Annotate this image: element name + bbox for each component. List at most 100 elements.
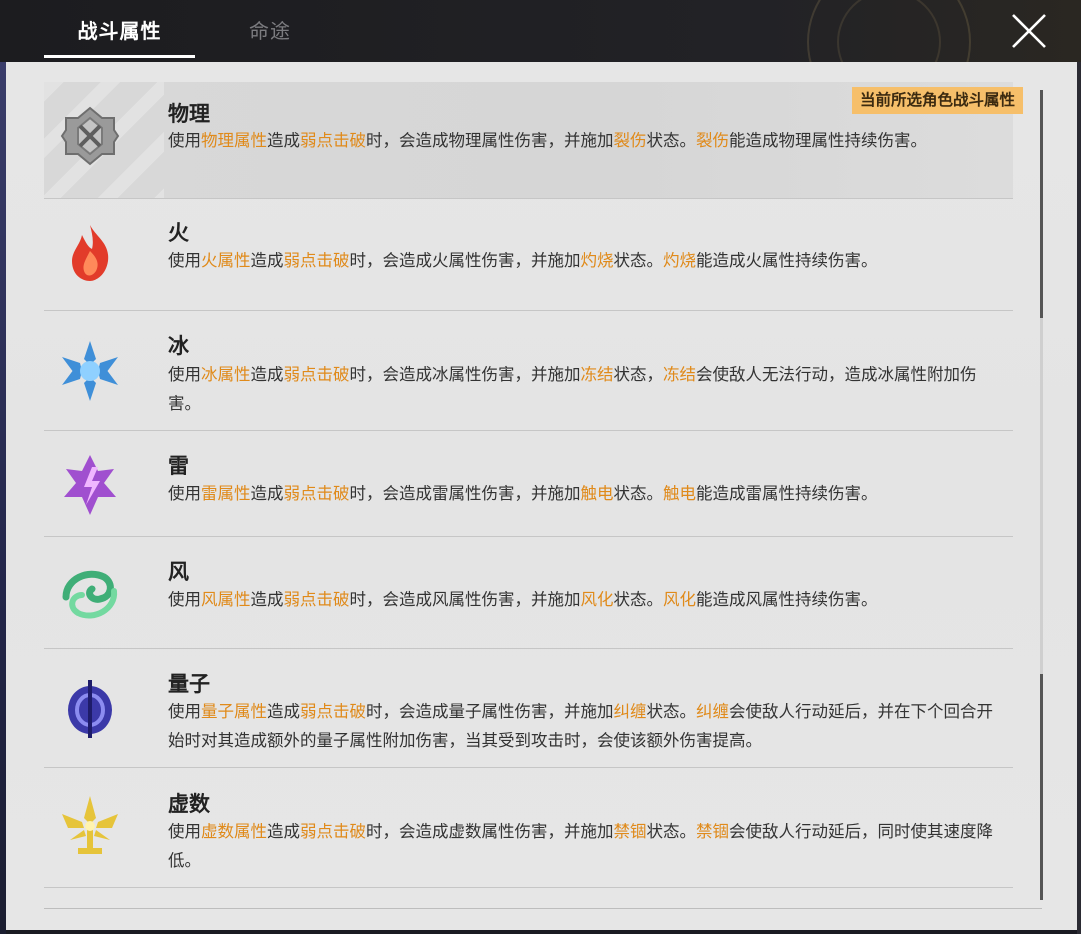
- description-text: 状态。: [646, 131, 697, 150]
- element-list: 当前所选角色战斗属性 物理 使用物理属性造成弱点击破时，会造成物理属性伤害，并施…: [44, 82, 1023, 888]
- description-text: 造成: [250, 251, 284, 270]
- description-text: 状态，: [613, 365, 664, 384]
- keyword-highlight: 风化: [580, 590, 614, 609]
- current-selected-badge: 当前所选角色战斗属性: [851, 87, 1023, 114]
- description-text: 时，会造成量子属性伤害，并施加: [366, 702, 614, 721]
- keyword-highlight: 冻结: [663, 365, 696, 384]
- scrollbar-thumb[interactable]: [1040, 674, 1043, 900]
- list-item-physical[interactable]: 当前所选角色战斗属性 物理 使用物理属性造成弱点击破时，会造成物理属性伤害，并施…: [44, 82, 1023, 199]
- keyword-highlight: 风属性: [201, 590, 251, 609]
- element-title: 火: [168, 221, 189, 245]
- close-icon: [1012, 14, 1046, 48]
- description-text: 状态。: [646, 702, 697, 721]
- element-description: 使用风属性造成弱点击破时，会造成风属性伤害，并施加风化状态。风化能造成风属性持续…: [168, 585, 998, 614]
- close-button[interactable]: [1011, 13, 1047, 49]
- description-text: 时，会造成雷属性伤害，并施加: [349, 484, 581, 503]
- description-text: 使用: [168, 365, 201, 384]
- description-text: 使用: [168, 590, 201, 609]
- keyword-highlight: 物理属性: [201, 131, 267, 150]
- element-description: 使用冰属性造成弱点击破时，会造成冰属性伤害，并施加冻结状态，冻结会使敌人无法行动…: [168, 360, 998, 418]
- keyword-highlight: 弱点击破: [283, 484, 350, 503]
- element-description: 使用雷属性造成弱点击破时，会造成雷属性伤害，并施加触电状态。触电能造成雷属性持续…: [168, 479, 998, 508]
- keyword-highlight: 灼烧: [663, 251, 696, 270]
- fire-icon: [72, 225, 109, 281]
- scrollbar-thumb[interactable]: [1040, 90, 1043, 318]
- wind-icon: [62, 570, 118, 619]
- tab-combat-type[interactable]: 战斗属性: [44, 0, 195, 62]
- element-description: 使用虚数属性造成弱点击破时，会造成虚数属性伤害，并施加禁锢状态。禁锢会使敌人行动…: [168, 817, 998, 875]
- list-item-quantum[interactable]: 量子 使用量子属性造成弱点击破时，会造成量子属性伤害，并施加纠缠状态。纠缠会使敌…: [44, 649, 1013, 768]
- description-text: 时，会造成风属性伤害，并施加: [349, 590, 581, 609]
- list-item-fire[interactable]: 火 使用火属性造成弱点击破时，会造成火属性伤害，并施加灼烧状态。灼烧能造成火属性…: [44, 199, 1013, 311]
- keyword-highlight: 雷属性: [201, 484, 251, 503]
- description-text: 使用: [168, 131, 201, 150]
- list-bottom-divider: [44, 908, 1042, 909]
- combat-type-panel: 当前所选角色战斗属性 物理 使用物理属性造成弱点击破时，会造成物理属性伤害，并施…: [6, 62, 1077, 930]
- description-text: 使用: [168, 484, 201, 503]
- keyword-highlight: 弱点击破: [283, 590, 350, 609]
- keyword-highlight: 弱点击破: [300, 702, 366, 721]
- keyword-highlight: 裂伤: [613, 131, 647, 150]
- description-text: 时，会造成虚数属性伤害，并施加: [366, 822, 614, 841]
- description-text: 使用: [168, 702, 201, 721]
- element-title: 风: [168, 560, 189, 584]
- imaginary-icon: [62, 796, 118, 854]
- keyword-highlight: 量子属性: [201, 702, 267, 721]
- description-text: 造成: [267, 131, 300, 150]
- physical-icon: [60, 106, 120, 166]
- description-text: 状态。: [646, 822, 697, 841]
- keyword-highlight: 虚数属性: [201, 822, 267, 841]
- element-description: 使用物理属性造成弱点击破时，会造成物理属性伤害，并施加裂伤状态。裂伤能造成物理属…: [168, 126, 998, 155]
- description-text: 造成: [250, 484, 284, 503]
- keyword-highlight: 禁锢: [696, 822, 729, 841]
- element-title: 量子: [168, 672, 210, 696]
- description-text: 状态。: [613, 251, 664, 270]
- top-bar: 战斗属性 命途: [0, 0, 1081, 124]
- element-title: 物理: [168, 102, 210, 126]
- description-text: 造成: [250, 590, 284, 609]
- description-text: 时，会造成火属性伤害，并施加: [349, 251, 581, 270]
- lightning-icon: [64, 455, 116, 515]
- description-text: 能造成雷属性持续伤害。: [696, 484, 878, 503]
- element-title: 冰: [168, 334, 189, 358]
- scrollbar[interactable]: [1040, 90, 1043, 900]
- keyword-highlight: 弱点击破: [283, 365, 350, 384]
- keyword-highlight: 冰属性: [201, 365, 251, 384]
- keyword-highlight: 风化: [663, 590, 696, 609]
- tab-path[interactable]: 命途: [225, 0, 315, 62]
- ice-icon: [62, 341, 118, 401]
- description-text: 造成: [267, 822, 300, 841]
- description-text: 能造成风属性持续伤害。: [696, 590, 878, 609]
- keyword-highlight: 火属性: [201, 251, 251, 270]
- description-text: 时，会造成冰属性伤害，并施加: [349, 365, 581, 384]
- description-text: 使用: [168, 251, 201, 270]
- keyword-highlight: 纠缠: [696, 702, 729, 721]
- keyword-highlight: 冻结: [580, 365, 614, 384]
- keyword-highlight: 纠缠: [613, 702, 647, 721]
- description-text: 状态。: [613, 590, 664, 609]
- keyword-highlight: 弱点击破: [300, 131, 366, 150]
- keyword-highlight: 禁锢: [613, 822, 647, 841]
- keyword-highlight: 弱点击破: [300, 822, 366, 841]
- description-text: 能造成火属性持续伤害。: [696, 251, 878, 270]
- element-description: 使用量子属性造成弱点击破时，会造成量子属性伤害，并施加纠缠状态。纠缠会使敌人行动…: [168, 697, 998, 755]
- list-item-wind[interactable]: 风 使用风属性造成弱点击破时，会造成风属性伤害，并施加风化状态。风化能造成风属性…: [44, 537, 1013, 649]
- keyword-highlight: 触电: [663, 484, 696, 503]
- keyword-highlight: 弱点击破: [283, 251, 350, 270]
- description-text: 时，会造成物理属性伤害，并施加: [366, 131, 614, 150]
- description-text: 使用: [168, 822, 201, 841]
- keyword-highlight: 触电: [580, 484, 614, 503]
- list-item-ice[interactable]: 冰 使用冰属性造成弱点击破时，会造成冰属性伤害，并施加冻结状态，冻结会使敌人无法…: [44, 311, 1013, 431]
- description-text: 造成: [250, 365, 284, 384]
- quantum-icon: [68, 680, 112, 738]
- window-edge: [1077, 62, 1081, 934]
- list-item-lightning[interactable]: 雷 使用雷属性造成弱点击破时，会造成雷属性伤害，并施加触电状态。触电能造成雷属性…: [44, 431, 1013, 537]
- keyword-highlight: 灼烧: [580, 251, 614, 270]
- description-text: 造成: [267, 702, 300, 721]
- list-item-imaginary[interactable]: 虚数 使用虚数属性造成弱点击破时，会造成虚数属性伤害，并施加禁锢状态。禁锢会使敌…: [44, 768, 1013, 888]
- keyword-highlight: 裂伤: [696, 131, 729, 150]
- element-title: 雷: [168, 454, 189, 478]
- element-description: 使用火属性造成弱点击破时，会造成火属性伤害，并施加灼烧状态。灼烧能造成火属性持续…: [168, 246, 998, 275]
- description-text: 能造成物理属性持续伤害。: [729, 131, 927, 150]
- description-text: 状态。: [613, 484, 664, 503]
